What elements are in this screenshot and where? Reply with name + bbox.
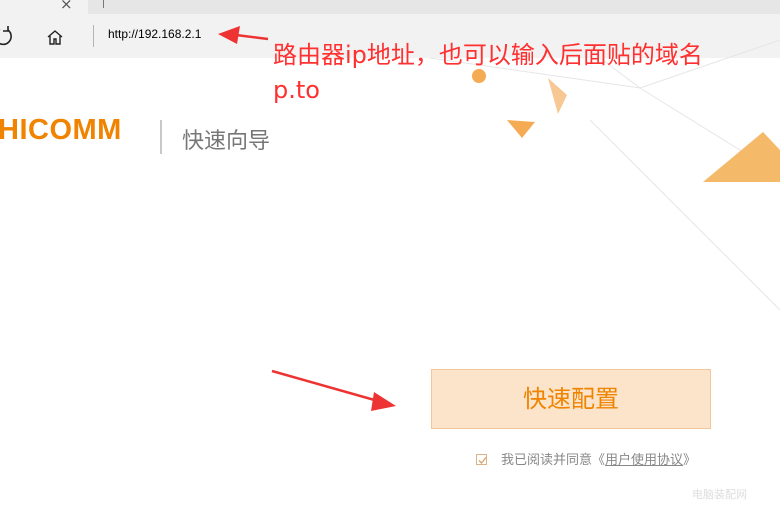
watermark: 电脑装配网 <box>692 488 747 501</box>
user-agreement-link[interactable]: 用户使用协议 <box>605 453 683 468</box>
annotation-line-1: 路由器ip地址，也可以输入后面贴的域名 <box>273 41 703 69</box>
agreement-suffix: 》 <box>683 453 697 468</box>
annotation-arrow-address <box>218 26 269 44</box>
header-divider <box>160 120 162 154</box>
page-title: 快速向导 <box>182 129 271 154</box>
decor-triangle <box>507 120 535 138</box>
brand-logo: HICOMM <box>0 114 122 146</box>
annotation-arrow-button <box>271 369 396 411</box>
annotation-text: 路由器ip地址，也可以输入后面贴的域名 p.to <box>273 38 773 108</box>
agreement-prefix: 我已阅读并同意《 <box>501 453 606 468</box>
decor-triangle <box>703 132 780 182</box>
annotation-line-2: p.to <box>273 76 320 104</box>
agreement-row: 我已阅读并同意《用户使用协议》 <box>476 449 696 468</box>
check-icon <box>478 457 487 464</box>
quick-setup-button[interactable]: 快速配置 <box>431 369 711 429</box>
agreement-checkbox[interactable] <box>476 454 487 465</box>
